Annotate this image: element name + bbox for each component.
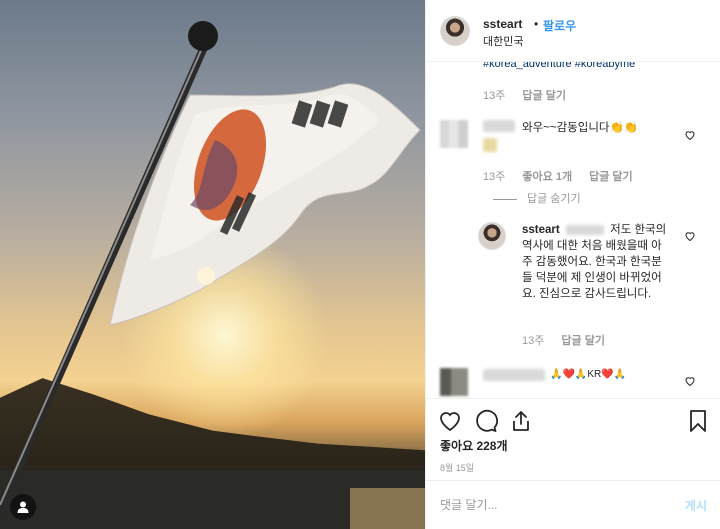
- commenter-avatar-2[interactable]: [440, 368, 468, 396]
- reply-like-heart-icon[interactable]: [684, 230, 696, 242]
- post-photo[interactable]: [0, 0, 425, 529]
- share-icon[interactable]: [509, 409, 533, 433]
- header-separator: •: [534, 17, 539, 31]
- comment-time: 13주: [483, 171, 506, 183]
- comment-icon[interactable]: [474, 409, 498, 433]
- reply-meta: 13주 답글 달기: [522, 332, 619, 348]
- bookmark-icon[interactable]: [686, 409, 710, 433]
- post-location[interactable]: 대한민국: [483, 33, 523, 49]
- comment-reply-button[interactable]: 답글 달기: [589, 171, 633, 183]
- comment-likes[interactable]: 좋아요 1개: [522, 171, 572, 183]
- comment-input[interactable]: [440, 495, 670, 515]
- commenter-username-redacted: [483, 120, 515, 132]
- author-username[interactable]: ssteart: [483, 17, 522, 31]
- comment-text-2: 🙏❤️🙏KR❤️🙏: [550, 369, 627, 380]
- mention-redacted: [565, 224, 604, 235]
- post-actions: 좋아요 228개 8월 15일: [426, 398, 720, 480]
- post-header: ssteart • 팔로우 대한민국: [426, 0, 720, 62]
- reply-comment: ssteart 저도 한국의 역사에 대한 처음 배웠을때 아주 감동했어요. …: [522, 222, 670, 302]
- comment-like-heart-icon[interactable]: [684, 129, 696, 141]
- caption-meta: 13주 답글 달기: [483, 87, 580, 103]
- follow-button[interactable]: 팔로우: [543, 17, 576, 34]
- comment-meta: 13주 좋아요 1개 답글 달기: [483, 168, 647, 184]
- user-tag-icon[interactable]: [10, 494, 36, 520]
- commenter-avatar[interactable]: [440, 120, 468, 148]
- reply-username[interactable]: ssteart: [522, 224, 560, 236]
- post-comment-button[interactable]: 게시: [685, 497, 707, 514]
- flag-illustration: [0, 21, 421, 514]
- hide-replies-button[interactable]: 답글 숨기기: [493, 190, 581, 206]
- heart-icon[interactable]: [438, 409, 462, 433]
- reply-reply-button[interactable]: 답글 달기: [561, 335, 605, 347]
- hide-replies-line: [493, 198, 517, 200]
- add-comment-bar: 게시: [426, 480, 720, 529]
- caption-time: 13주: [483, 90, 506, 102]
- post-detail-panel: ssteart • 팔로우 대한민국 #korea_adventure #kor…: [425, 0, 720, 529]
- comment-like-heart-icon-2[interactable]: [684, 375, 696, 387]
- commenter-username-redacted-2: [483, 369, 545, 381]
- caption-hashtags[interactable]: #korea_adventure #koreabyme: [483, 62, 635, 70]
- reply-time: 13주: [522, 335, 545, 347]
- comment-text: 와우~~감동입니다👏👏: [522, 122, 639, 134]
- reply-author-avatar[interactable]: [478, 222, 506, 250]
- author-avatar[interactable]: [440, 16, 470, 46]
- likes-count[interactable]: 좋아요 228개: [440, 437, 508, 454]
- caption-reply-button[interactable]: 답글 달기: [522, 90, 566, 102]
- redacted-emoji: [483, 138, 497, 152]
- post-date[interactable]: 8월 15일: [440, 461, 474, 474]
- comments-list[interactable]: #korea_adventure #koreabyme 13주 답글 달기 와우…: [426, 62, 720, 398]
- hide-replies-label: 답글 숨기기: [527, 193, 581, 205]
